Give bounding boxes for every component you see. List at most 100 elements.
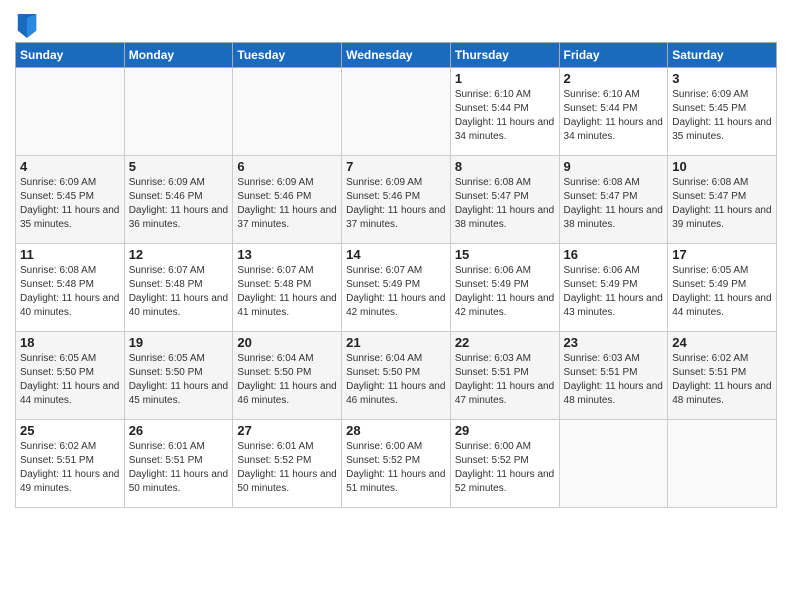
calendar-cell: 13 Sunrise: 6:07 AM Sunset: 5:48 PM Dayli… bbox=[233, 244, 342, 332]
day-number: 19 bbox=[129, 335, 229, 350]
day-number: 27 bbox=[237, 423, 337, 438]
weekday-header-thursday: Thursday bbox=[450, 43, 559, 68]
cell-info: Sunrise: 6:06 AM Sunset: 5:49 PM Dayligh… bbox=[455, 264, 555, 320]
calendar-cell: 26 Sunrise: 6:01 AM Sunset: 5:51 PM Dayli… bbox=[124, 420, 233, 508]
calendar-cell: 29 Sunrise: 6:00 AM Sunset: 5:52 PM Dayli… bbox=[450, 420, 559, 508]
day-number: 3 bbox=[672, 71, 772, 86]
weekday-header-saturday: Saturday bbox=[668, 43, 777, 68]
weekday-header-sunday: Sunday bbox=[16, 43, 125, 68]
cell-info: Sunrise: 6:08 AM Sunset: 5:48 PM Dayligh… bbox=[20, 264, 120, 320]
calendar-cell: 20 Sunrise: 6:04 AM Sunset: 5:50 PM Dayli… bbox=[233, 332, 342, 420]
calendar-cell: 9 Sunrise: 6:08 AM Sunset: 5:47 PM Daylig… bbox=[559, 156, 668, 244]
calendar-cell: 23 Sunrise: 6:03 AM Sunset: 5:51 PM Dayli… bbox=[559, 332, 668, 420]
calendar-cell: 4 Sunrise: 6:09 AM Sunset: 5:45 PM Daylig… bbox=[16, 156, 125, 244]
cell-info: Sunrise: 6:07 AM Sunset: 5:48 PM Dayligh… bbox=[129, 264, 229, 320]
cell-info: Sunrise: 6:05 AM Sunset: 5:50 PM Dayligh… bbox=[129, 352, 229, 408]
calendar-cell bbox=[668, 420, 777, 508]
cell-info: Sunrise: 6:08 AM Sunset: 5:47 PM Dayligh… bbox=[455, 176, 555, 232]
calendar-cell: 5 Sunrise: 6:09 AM Sunset: 5:46 PM Daylig… bbox=[124, 156, 233, 244]
calendar-cell: 24 Sunrise: 6:02 AM Sunset: 5:51 PM Dayli… bbox=[668, 332, 777, 420]
cell-info: Sunrise: 6:08 AM Sunset: 5:47 PM Dayligh… bbox=[564, 176, 664, 232]
cell-info: Sunrise: 6:02 AM Sunset: 5:51 PM Dayligh… bbox=[20, 440, 120, 496]
cell-info: Sunrise: 6:01 AM Sunset: 5:52 PM Dayligh… bbox=[237, 440, 337, 496]
calendar-table: SundayMondayTuesdayWednesdayThursdayFrid… bbox=[15, 42, 777, 508]
calendar-cell: 12 Sunrise: 6:07 AM Sunset: 5:48 PM Dayli… bbox=[124, 244, 233, 332]
cell-info: Sunrise: 6:05 AM Sunset: 5:50 PM Dayligh… bbox=[20, 352, 120, 408]
cell-info: Sunrise: 6:07 AM Sunset: 5:48 PM Dayligh… bbox=[237, 264, 337, 320]
cell-info: Sunrise: 6:05 AM Sunset: 5:49 PM Dayligh… bbox=[672, 264, 772, 320]
day-number: 12 bbox=[129, 247, 229, 262]
day-number: 29 bbox=[455, 423, 555, 438]
calendar-cell: 25 Sunrise: 6:02 AM Sunset: 5:51 PM Dayli… bbox=[16, 420, 125, 508]
cell-info: Sunrise: 6:06 AM Sunset: 5:49 PM Dayligh… bbox=[564, 264, 664, 320]
day-number: 13 bbox=[237, 247, 337, 262]
cell-info: Sunrise: 6:07 AM Sunset: 5:49 PM Dayligh… bbox=[346, 264, 446, 320]
day-number: 9 bbox=[564, 159, 664, 174]
day-number: 10 bbox=[672, 159, 772, 174]
day-number: 22 bbox=[455, 335, 555, 350]
calendar-cell bbox=[233, 68, 342, 156]
calendar-cell: 7 Sunrise: 6:09 AM Sunset: 5:46 PM Daylig… bbox=[342, 156, 451, 244]
cell-info: Sunrise: 6:04 AM Sunset: 5:50 PM Dayligh… bbox=[237, 352, 337, 408]
day-number: 1 bbox=[455, 71, 555, 86]
calendar-cell: 19 Sunrise: 6:05 AM Sunset: 5:50 PM Dayli… bbox=[124, 332, 233, 420]
day-number: 6 bbox=[237, 159, 337, 174]
day-number: 14 bbox=[346, 247, 446, 262]
day-number: 24 bbox=[672, 335, 772, 350]
calendar-cell: 1 Sunrise: 6:10 AM Sunset: 5:44 PM Daylig… bbox=[450, 68, 559, 156]
day-number: 20 bbox=[237, 335, 337, 350]
calendar-cell: 8 Sunrise: 6:08 AM Sunset: 5:47 PM Daylig… bbox=[450, 156, 559, 244]
day-number: 4 bbox=[20, 159, 120, 174]
page-header bbox=[15, 10, 777, 34]
calendar-cell: 16 Sunrise: 6:06 AM Sunset: 5:49 PM Dayli… bbox=[559, 244, 668, 332]
cell-info: Sunrise: 6:09 AM Sunset: 5:46 PM Dayligh… bbox=[237, 176, 337, 232]
day-number: 26 bbox=[129, 423, 229, 438]
cell-info: Sunrise: 6:00 AM Sunset: 5:52 PM Dayligh… bbox=[455, 440, 555, 496]
cell-info: Sunrise: 6:03 AM Sunset: 5:51 PM Dayligh… bbox=[564, 352, 664, 408]
cell-info: Sunrise: 6:10 AM Sunset: 5:44 PM Dayligh… bbox=[455, 88, 555, 144]
calendar-cell bbox=[559, 420, 668, 508]
day-number: 21 bbox=[346, 335, 446, 350]
weekday-header-friday: Friday bbox=[559, 43, 668, 68]
calendar-cell: 15 Sunrise: 6:06 AM Sunset: 5:49 PM Dayli… bbox=[450, 244, 559, 332]
day-number: 25 bbox=[20, 423, 120, 438]
logo bbox=[15, 18, 37, 34]
day-number: 5 bbox=[129, 159, 229, 174]
day-number: 2 bbox=[564, 71, 664, 86]
calendar-cell: 27 Sunrise: 6:01 AM Sunset: 5:52 PM Dayli… bbox=[233, 420, 342, 508]
cell-info: Sunrise: 6:04 AM Sunset: 5:50 PM Dayligh… bbox=[346, 352, 446, 408]
weekday-header-wednesday: Wednesday bbox=[342, 43, 451, 68]
cell-info: Sunrise: 6:03 AM Sunset: 5:51 PM Dayligh… bbox=[455, 352, 555, 408]
cell-info: Sunrise: 6:09 AM Sunset: 5:46 PM Dayligh… bbox=[346, 176, 446, 232]
logo-icon bbox=[17, 14, 37, 38]
calendar-cell: 22 Sunrise: 6:03 AM Sunset: 5:51 PM Dayli… bbox=[450, 332, 559, 420]
calendar-cell: 17 Sunrise: 6:05 AM Sunset: 5:49 PM Dayli… bbox=[668, 244, 777, 332]
day-number: 18 bbox=[20, 335, 120, 350]
calendar-cell: 28Sunrise: 6:00 AM Sunset: 5:52 PM Dayli… bbox=[342, 420, 451, 508]
cell-info: Sunrise: 6:01 AM Sunset: 5:51 PM Dayligh… bbox=[129, 440, 229, 496]
day-number: 17 bbox=[672, 247, 772, 262]
weekday-header-monday: Monday bbox=[124, 43, 233, 68]
calendar-cell: 21 Sunrise: 6:04 AM Sunset: 5:50 PM Dayli… bbox=[342, 332, 451, 420]
calendar-cell bbox=[124, 68, 233, 156]
cell-info: Sunrise: 6:08 AM Sunset: 5:47 PM Dayligh… bbox=[672, 176, 772, 232]
calendar-cell bbox=[342, 68, 451, 156]
cell-info: Sunrise: 6:09 AM Sunset: 5:45 PM Dayligh… bbox=[20, 176, 120, 232]
calendar-cell: 3 Sunrise: 6:09 AM Sunset: 5:45 PM Daylig… bbox=[668, 68, 777, 156]
calendar-cell: 2Sunrise: 6:10 AM Sunset: 5:44 PM Daylig… bbox=[559, 68, 668, 156]
day-number: 23 bbox=[564, 335, 664, 350]
weekday-header-tuesday: Tuesday bbox=[233, 43, 342, 68]
calendar-cell: 14 Sunrise: 6:07 AM Sunset: 5:49 PM Dayli… bbox=[342, 244, 451, 332]
calendar-cell: 11 Sunrise: 6:08 AM Sunset: 5:48 PM Dayli… bbox=[16, 244, 125, 332]
day-number: 16 bbox=[564, 247, 664, 262]
cell-info: Sunrise: 6:02 AM Sunset: 5:51 PM Dayligh… bbox=[672, 352, 772, 408]
day-number: 11 bbox=[20, 247, 120, 262]
day-number: 15 bbox=[455, 247, 555, 262]
calendar-cell: 6 Sunrise: 6:09 AM Sunset: 5:46 PM Daylig… bbox=[233, 156, 342, 244]
day-number: 7 bbox=[346, 159, 446, 174]
day-number: 28 bbox=[346, 423, 446, 438]
cell-info: Sunrise: 6:09 AM Sunset: 5:45 PM Dayligh… bbox=[672, 88, 772, 144]
calendar-cell: 18 Sunrise: 6:05 AM Sunset: 5:50 PM Dayli… bbox=[16, 332, 125, 420]
day-number: 8 bbox=[455, 159, 555, 174]
cell-info: Sunrise: 6:09 AM Sunset: 5:46 PM Dayligh… bbox=[129, 176, 229, 232]
